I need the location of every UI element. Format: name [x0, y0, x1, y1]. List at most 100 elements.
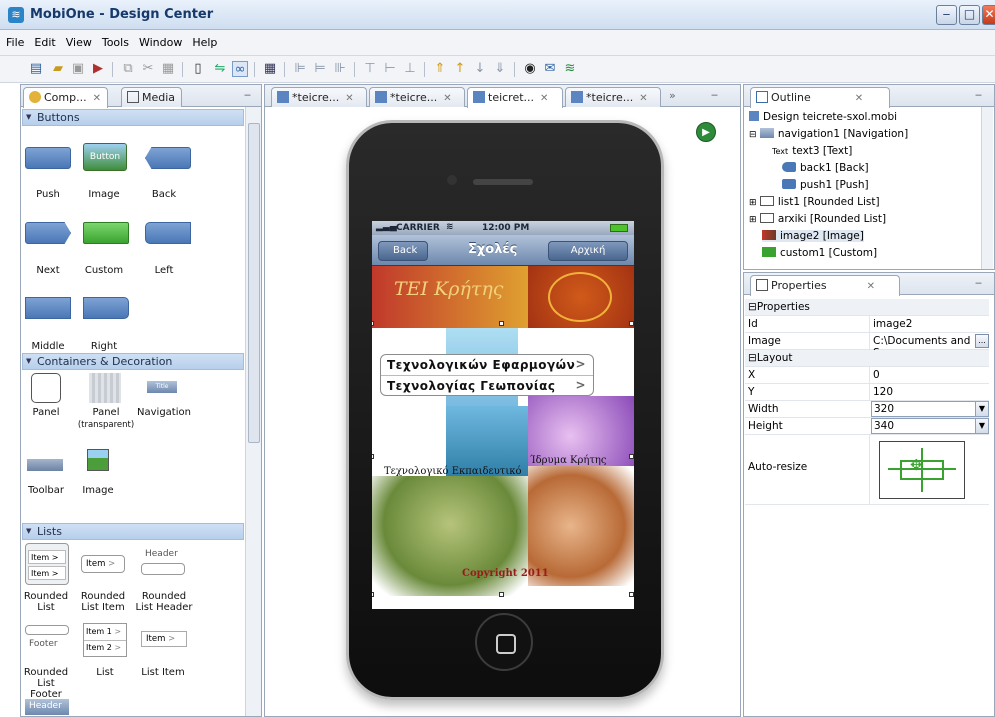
copy-icon[interactable]: ⧉ — [120, 61, 136, 77]
scroll-thumb[interactable] — [248, 123, 260, 443]
middle-button-thumb[interactable] — [25, 297, 71, 319]
mail-icon[interactable]: ✉ — [542, 61, 558, 77]
image-button-thumb[interactable]: Button — [83, 143, 127, 171]
prop-y-value[interactable]: 120 — [873, 386, 893, 398]
chevron-down-icon[interactable]: ▼ — [975, 419, 988, 433]
panel-transparent-thumb[interactable] — [89, 373, 121, 403]
tree-item-image2[interactable]: image2 [Image] — [762, 230, 864, 242]
collage-image[interactable]: ΤΕΙ Κρήτης Τεχνολογικών Εφαρμογών > Τεχνο… — [372, 266, 634, 609]
editor-tab-1[interactable]: *teicre... ✕ — [271, 87, 367, 107]
link-icon[interactable]: ∞ — [232, 61, 248, 77]
menu-window[interactable]: Window — [133, 30, 186, 49]
minimize-panel-icon[interactable]: ‒ — [711, 88, 718, 101]
width-dropdown[interactable]: 320 ▼ — [871, 401, 989, 417]
rounded-list-header-thumb[interactable]: Header — [139, 549, 187, 577]
tree-item-push1[interactable]: push1 [Push] — [782, 179, 869, 191]
nav-home-button[interactable]: Αρχική — [548, 241, 628, 261]
collapse-icon[interactable]: ⊟ — [748, 301, 757, 313]
navigation-thumb[interactable]: Title — [147, 381, 177, 393]
close-icon[interactable]: ✕ — [345, 93, 353, 104]
run-preview-icon[interactable]: ▶ — [696, 122, 716, 142]
bring-front-icon[interactable]: ⇑ — [432, 61, 448, 77]
align-middle-icon[interactable]: ⊢ — [382, 61, 398, 77]
send-back-icon[interactable]: ⇓ — [492, 61, 508, 77]
tab-properties[interactable]: Properties ✕ — [750, 275, 900, 296]
maximize-button[interactable]: □ — [959, 5, 980, 25]
paste-icon[interactable]: ▦ — [160, 61, 176, 77]
back-button-thumb[interactable] — [145, 147, 191, 169]
cut-icon[interactable]: ✂ — [140, 61, 156, 77]
move-down-icon[interactable]: ↓ — [472, 61, 488, 77]
minimize-panel-icon[interactable]: ‒ — [975, 276, 982, 289]
next-button-thumb[interactable] — [25, 222, 71, 244]
fit-icon[interactable]: ⇋ — [212, 61, 228, 77]
selection-handle[interactable] — [372, 592, 374, 597]
tree-item-list1[interactable]: ⊞ list1 [Rounded List] — [749, 196, 880, 208]
tab-media[interactable]: Media — [121, 87, 183, 107]
outline-scrollbar[interactable] — [981, 107, 993, 269]
align-bottom-icon[interactable]: ⊥ — [402, 61, 418, 77]
minimize-panel-icon[interactable]: ‒ — [244, 88, 251, 101]
menu-tools[interactable]: Tools — [96, 30, 133, 49]
grid-icon[interactable]: ▦ — [262, 61, 278, 77]
tree-item-arxiki[interactable]: ⊞ arxiki [Rounded List] — [749, 213, 886, 225]
tab-outline[interactable]: Outline ✕ — [750, 87, 890, 108]
rounded-list[interactable]: Τεχνολογικών Εφαρμογών > Τεχνολογίας Γεωπ… — [380, 354, 594, 396]
minimize-button[interactable]: ‒ — [936, 5, 957, 25]
tree-root[interactable]: Design teicrete-sxol.mobi — [749, 111, 897, 123]
close-icon[interactable]: ✕ — [639, 93, 647, 104]
expand-icon[interactable]: ⊞ — [749, 198, 757, 208]
open-folder-icon[interactable]: ▰ — [50, 61, 66, 77]
selection-handle[interactable] — [629, 321, 634, 326]
close-icon[interactable]: ✕ — [867, 281, 875, 292]
expand-icon[interactable]: ⊞ — [749, 215, 757, 225]
align-right-icon[interactable]: ⊪ — [332, 61, 348, 77]
home-button[interactable] — [475, 613, 533, 671]
tab-components[interactable]: Comp... ✕ — [23, 87, 108, 108]
right-button-thumb[interactable] — [83, 297, 129, 319]
auto-resize-widget[interactable]: ✥ — [879, 441, 965, 499]
close-icon[interactable]: ✕ — [443, 93, 451, 104]
list-item-thumb[interactable]: Item > — [141, 631, 187, 647]
custom-button-thumb[interactable] — [83, 222, 129, 244]
collapse-icon[interactable]: ⊟ — [749, 130, 757, 140]
list-item[interactable]: Τεχνολογικών Εφαρμογών > — [381, 355, 593, 375]
palette-scrollbar[interactable] — [245, 107, 261, 716]
tree-item-navigation1[interactable]: ⊟ navigation1 [Navigation] — [749, 128, 908, 140]
new-file-icon[interactable]: ▤ — [28, 61, 44, 77]
close-button[interactable]: ✕ — [982, 5, 995, 25]
toolbar-thumb[interactable] — [27, 459, 63, 471]
close-icon[interactable]: ✕ — [540, 93, 548, 104]
header-thumb[interactable]: Header — [25, 699, 69, 715]
selection-handle[interactable] — [499, 592, 504, 597]
design-canvas[interactable]: ▶ ▂▃▄ CARRIER ≋ 12:00 PM Back Σχολές Αρχ… — [266, 108, 740, 716]
selection-handle[interactable] — [499, 321, 504, 326]
section-properties[interactable]: ⊟Properties — [745, 299, 989, 316]
selection-handle[interactable] — [372, 321, 374, 326]
prop-x-value[interactable]: 0 — [873, 369, 880, 381]
editor-tab-4[interactable]: *teicre... ✕ — [565, 87, 661, 107]
category-lists[interactable]: Lists — [22, 523, 244, 540]
tree-item-custom1[interactable]: custom1 [Custom] — [762, 247, 877, 259]
close-icon[interactable]: ✕ — [855, 93, 863, 104]
minimize-panel-icon[interactable]: ‒ — [975, 88, 982, 101]
category-containers[interactable]: Containers & Decoration — [22, 353, 244, 370]
prop-id-value[interactable]: image2 — [873, 318, 912, 330]
menu-edit[interactable]: Edit — [28, 30, 59, 49]
list-thumb[interactable]: Item 1 > Item 2 > — [83, 623, 127, 657]
rounded-list-thumb[interactable]: Item > Item > — [25, 543, 69, 585]
image-thumb-icon[interactable] — [87, 449, 109, 471]
rounded-list-item-thumb[interactable]: Item > — [81, 555, 125, 573]
list-item[interactable]: Τεχνολογίας Γεωπονίας > — [381, 375, 593, 395]
category-buttons[interactable]: Buttons — [22, 109, 244, 126]
height-dropdown[interactable]: 340 ▼ — [871, 418, 989, 434]
tree-item-back1[interactable]: back1 [Back] — [782, 162, 869, 174]
rounded-list-footer-thumb[interactable]: Footer — [25, 625, 69, 655]
nav-back-button[interactable]: Back — [378, 241, 429, 261]
menu-file[interactable]: File — [0, 30, 28, 49]
device-icon[interactable]: ▯ — [190, 61, 206, 77]
panel-thumb[interactable] — [31, 373, 61, 403]
align-center-icon[interactable]: ⊨ — [312, 61, 328, 77]
move-up-icon[interactable]: ↑ — [452, 61, 468, 77]
section-layout[interactable]: ⊟Layout — [745, 350, 989, 367]
